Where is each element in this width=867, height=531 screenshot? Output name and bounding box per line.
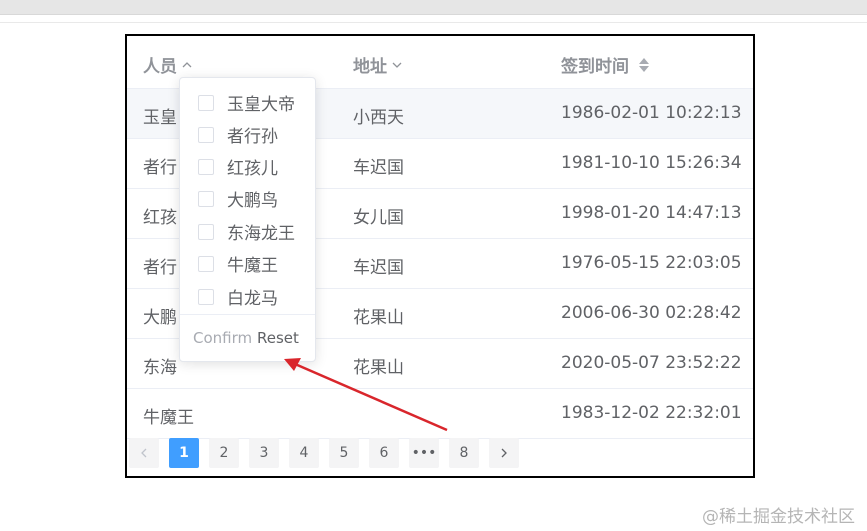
- filter-option-label: 白龙马: [227, 289, 278, 309]
- checkbox[interactable]: [198, 288, 214, 305]
- page-button-5[interactable]: 5: [329, 438, 359, 468]
- sort-descending-icon[interactable]: [639, 65, 649, 72]
- prev-page-button[interactable]: [129, 438, 159, 468]
- page-button-2[interactable]: 2: [209, 438, 239, 468]
- chevron-down-icon[interactable]: [391, 59, 403, 71]
- cell-person: 者行: [143, 258, 177, 278]
- table-row[interactable]: 牛魔王 1983-12-02 22:32:01: [127, 389, 753, 439]
- filter-option[interactable]: 玉皇大帝: [198, 90, 295, 115]
- header-checkin[interactable]: 签到时间: [561, 52, 649, 77]
- cell-time: 1983-12-02 22:32:01: [561, 403, 742, 423]
- cell-person: 者行: [143, 158, 177, 178]
- cell-person: 大鹏: [143, 308, 177, 328]
- cell-address: 车迟国: [353, 158, 404, 178]
- more-pages-button[interactable]: •••: [409, 438, 439, 468]
- cell-person: 玉皇: [143, 108, 177, 128]
- page-button-8[interactable]: 8: [449, 438, 479, 468]
- filter-option-label: 者行孙: [227, 127, 278, 147]
- cell-time: 2020-05-07 23:52:22: [561, 353, 742, 373]
- checkbox[interactable]: [198, 94, 214, 111]
- cell-address: 小西天: [353, 108, 404, 128]
- cell-time: 1998-01-20 14:47:13: [561, 203, 742, 223]
- cell-person: 牛魔王: [143, 408, 194, 428]
- cell-address: 花果山: [353, 308, 404, 328]
- filter-option-label: 红孩儿: [227, 159, 278, 179]
- filter-dropdown: 玉皇大帝 者行孙 红孩儿 大鹏鸟 东海龙王 牛魔王 白龙马 Confirm Re…: [179, 77, 316, 362]
- filter-option-label: 玉皇大帝: [227, 95, 295, 115]
- checkbox[interactable]: [198, 158, 214, 175]
- cell-address: 花果山: [353, 358, 404, 378]
- cell-time: 2006-06-30 02:28:42: [561, 303, 742, 323]
- next-page-button[interactable]: [489, 438, 519, 468]
- cell-address: 女儿国: [353, 208, 404, 228]
- filter-option[interactable]: 东海龙王: [198, 219, 295, 244]
- header-address-label: 地址: [353, 57, 387, 77]
- filter-option[interactable]: 白龙马: [198, 284, 278, 309]
- header-person-label: 人员: [143, 57, 177, 77]
- header-address[interactable]: 地址: [353, 52, 403, 77]
- sort-ascending-icon[interactable]: [639, 57, 649, 64]
- filter-option[interactable]: 红孩儿: [198, 154, 278, 179]
- browser-top-strip: [0, 0, 867, 15]
- cell-time: 1976-05-15 22:03:05: [561, 253, 742, 273]
- page-button-4[interactable]: 4: [289, 438, 319, 468]
- chevron-right-icon: [501, 448, 507, 458]
- cell-person: 东海: [143, 358, 177, 378]
- filter-footer: Confirm Reset: [180, 314, 315, 361]
- page-button-6[interactable]: 6: [369, 438, 399, 468]
- filter-option[interactable]: 者行孙: [198, 122, 278, 147]
- checkbox[interactable]: [198, 126, 214, 143]
- checkbox[interactable]: [198, 255, 214, 272]
- reset-button[interactable]: Reset: [257, 329, 299, 347]
- divider: [0, 22, 867, 23]
- cell-person: 红孩: [143, 208, 177, 228]
- header-person[interactable]: 人员: [143, 52, 193, 77]
- header-checkin-label: 签到时间: [561, 57, 629, 77]
- filter-option-label: 牛魔王: [227, 256, 278, 276]
- chevron-up-icon[interactable]: [181, 59, 193, 71]
- sort-caret-icon[interactable]: [639, 57, 649, 72]
- pagination: 1 2 3 4 5 6 ••• 8: [127, 436, 753, 470]
- cell-address: 车迟国: [353, 258, 404, 278]
- watermark: @稀土掘金技术社区: [702, 507, 855, 527]
- cell-time: 1986-02-01 10:22:13: [561, 103, 742, 123]
- checkbox[interactable]: [198, 190, 214, 207]
- confirm-button[interactable]: Confirm: [193, 329, 252, 347]
- chevron-left-icon: [141, 448, 147, 458]
- filter-option-label: 东海龙王: [227, 224, 295, 244]
- cell-time: 1981-10-10 15:26:34: [561, 153, 742, 173]
- filter-option[interactable]: 大鹏鸟: [198, 186, 278, 211]
- page-button-1[interactable]: 1: [169, 438, 199, 468]
- filter-option[interactable]: 牛魔王: [198, 251, 278, 276]
- filter-option-label: 大鹏鸟: [227, 191, 278, 211]
- checkbox[interactable]: [198, 223, 214, 240]
- page-button-3[interactable]: 3: [249, 438, 279, 468]
